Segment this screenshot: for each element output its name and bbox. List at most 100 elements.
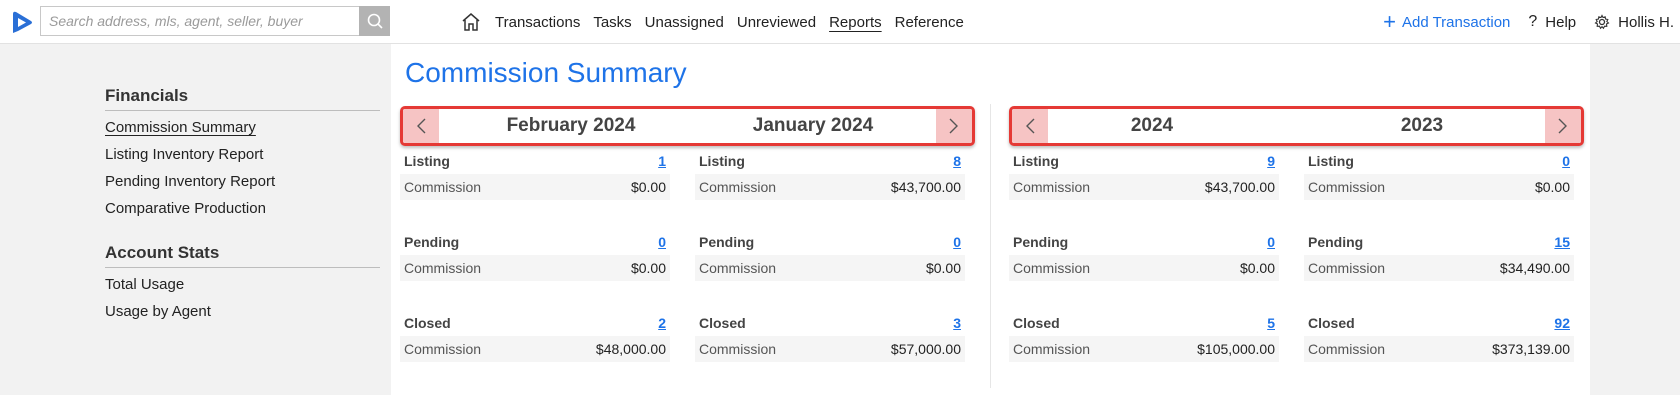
- listing-commission-value: $43,700.00: [1204, 179, 1275, 195]
- financials-heading: Financials: [105, 86, 380, 111]
- user-name: Hollis H.: [1618, 13, 1674, 31]
- closed-commission-value: $48,000.00: [595, 341, 666, 357]
- commission-label: Commission: [699, 260, 777, 276]
- commission-label: Commission: [699, 341, 777, 357]
- closed-label: Closed: [1013, 315, 1060, 331]
- listing-label: Listing: [404, 153, 450, 169]
- summary-column: Listing 1 Commission $0.00 Pending 0 Commis…: [400, 150, 670, 393]
- nav-unassigned[interactable]: Unassigned: [645, 14, 724, 31]
- closed-count-link[interactable]: 3: [953, 315, 961, 331]
- search-icon: [367, 13, 383, 29]
- listing-commission-value: $0.00: [630, 179, 666, 195]
- pending-label: Pending: [1013, 234, 1069, 250]
- plus-icon: +: [1383, 9, 1396, 34]
- pending-block: Pending 0 Commission $0.00: [400, 231, 670, 312]
- help-label: Help: [1545, 13, 1577, 31]
- closed-label: Closed: [404, 315, 451, 331]
- sidebar-item-commission-summary[interactable]: Commission Summary: [105, 119, 380, 136]
- nav-tasks[interactable]: Tasks: [593, 14, 631, 31]
- listing-count-link[interactable]: 1: [658, 153, 666, 169]
- summary-column: Listing 8 Commission $43,700.00 Pending 0 C…: [695, 150, 965, 393]
- sidebar-item-listing-inventory[interactable]: Listing Inventory Report: [105, 146, 380, 163]
- pending-count-link[interactable]: 0: [953, 234, 961, 250]
- chevron-right-icon: [1558, 118, 1567, 134]
- pending-label: Pending: [699, 234, 755, 250]
- listing-count-link[interactable]: 8: [953, 153, 961, 169]
- app-logo-icon[interactable]: [9, 9, 35, 35]
- pending-label: Pending: [1308, 234, 1364, 250]
- page-title: Commission Summary: [405, 57, 687, 88]
- search-button[interactable]: [359, 6, 390, 36]
- commission-label: Commission: [1308, 179, 1386, 195]
- pending-count-link[interactable]: 0: [1267, 234, 1275, 250]
- account-stats-heading: Account Stats: [105, 243, 380, 268]
- next-year-button[interactable]: [1545, 109, 1581, 143]
- pending-commission-value: $0.00: [925, 260, 961, 276]
- nav-reference[interactable]: Reference: [895, 14, 964, 31]
- help-button[interactable]: ? Help: [1528, 13, 1576, 31]
- nav-transactions[interactable]: Transactions: [495, 14, 580, 31]
- pending-label: Pending: [404, 234, 460, 250]
- period-label-previous: 2023: [1400, 115, 1444, 136]
- closed-commission-value: $105,000.00: [1197, 341, 1275, 357]
- top-bar: Transactions Tasks Unassigned Unreviewed…: [0, 0, 1680, 44]
- right-nav: + Add Transaction ? Help Hollis H.: [1383, 0, 1680, 44]
- closed-block: Closed 5 Commission $105,000.00: [1009, 312, 1279, 393]
- closed-label: Closed: [699, 315, 746, 331]
- commission-label: Commission: [1013, 341, 1091, 357]
- commission-label: Commission: [404, 260, 482, 276]
- listing-block: Listing 1 Commission $0.00: [400, 150, 670, 231]
- nav-reports[interactable]: Reports: [829, 14, 882, 31]
- period-label-current: 2024: [1130, 115, 1174, 136]
- sidebar-item-pending-inventory[interactable]: Pending Inventory Report: [105, 173, 380, 190]
- pending-commission-value: $0.00: [1239, 260, 1275, 276]
- pending-commission-value: $34,490.00: [1499, 260, 1570, 276]
- listing-block: Listing 0 Commission $0.00: [1304, 150, 1574, 231]
- reports-sidebar: Financials Commission Summary Listing In…: [105, 86, 380, 330]
- closed-label: Closed: [1308, 315, 1355, 331]
- commission-label: Commission: [1308, 341, 1386, 357]
- commission-label: Commission: [699, 179, 777, 195]
- month-period-selector: February 2024 January 2024: [400, 106, 975, 146]
- sidebar-item-comparative-production[interactable]: Comparative Production: [105, 200, 380, 217]
- listing-label: Listing: [699, 153, 745, 169]
- prev-month-button[interactable]: [403, 109, 439, 143]
- listing-count-link[interactable]: 9: [1267, 153, 1275, 169]
- closed-block: Closed 92 Commission $373,139.00: [1304, 312, 1574, 393]
- closed-count-link[interactable]: 5: [1267, 315, 1275, 331]
- listing-label: Listing: [1013, 153, 1059, 169]
- user-menu[interactable]: Hollis H.: [1594, 14, 1674, 31]
- search-box: [40, 6, 360, 36]
- closed-count-link[interactable]: 2: [658, 315, 666, 331]
- closed-commission-value: $373,139.00: [1492, 341, 1570, 357]
- listing-block: Listing 9 Commission $43,700.00: [1009, 150, 1279, 231]
- listing-block: Listing 8 Commission $43,700.00: [695, 150, 965, 231]
- add-transaction-label: Add Transaction: [1401, 13, 1511, 31]
- commission-label: Commission: [404, 341, 482, 357]
- search-input[interactable]: [41, 7, 359, 35]
- next-month-button[interactable]: [936, 109, 972, 143]
- listing-commission-value: $0.00: [1534, 179, 1570, 195]
- sidebar-item-total-usage[interactable]: Total Usage: [105, 276, 380, 293]
- add-transaction-button[interactable]: + Add Transaction: [1383, 11, 1510, 33]
- pending-block: Pending 0 Commission $0.00: [695, 231, 965, 312]
- commission-label: Commission: [1013, 260, 1091, 276]
- main-panel: Commission Summary February 2024 January…: [391, 44, 1590, 395]
- pending-count-link[interactable]: 0: [658, 234, 666, 250]
- main-nav: Transactions Tasks Unassigned Unreviewed…: [460, 0, 977, 44]
- closed-block: Closed 2 Commission $48,000.00: [400, 312, 670, 393]
- commission-label: Commission: [1013, 179, 1091, 195]
- sidebar-item-usage-by-agent[interactable]: Usage by Agent: [105, 303, 380, 320]
- period-label-current: February 2024: [506, 115, 636, 136]
- pending-block: Pending 0 Commission $0.00: [1009, 231, 1279, 312]
- listing-commission-value: $43,700.00: [890, 179, 961, 195]
- pending-count-link[interactable]: 15: [1554, 234, 1570, 250]
- period-label-previous: January 2024: [752, 115, 874, 136]
- commission-label: Commission: [1308, 260, 1386, 276]
- closed-count-link[interactable]: 92: [1554, 315, 1570, 331]
- home-icon[interactable]: [460, 11, 482, 33]
- gear-icon: [1594, 14, 1610, 30]
- listing-count-link[interactable]: 0: [1562, 153, 1570, 169]
- nav-unreviewed[interactable]: Unreviewed: [737, 14, 816, 31]
- summary-column: Listing 0 Commission $0.00 Pending 15 Commi…: [1304, 150, 1574, 393]
